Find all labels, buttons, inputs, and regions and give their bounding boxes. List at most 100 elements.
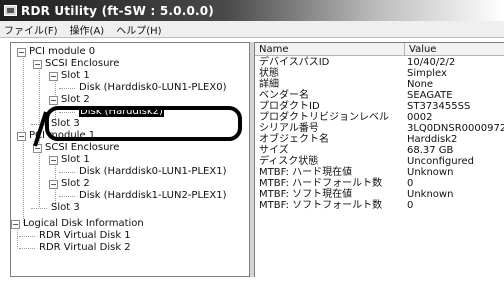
property-value: 0 [407,200,414,211]
tree-node-label: Logical Disk Information [23,218,144,229]
tree-guide-line [19,236,35,237]
tree-node-rdr-virtual-disk-2-16[interactable]: RDR Virtual Disk 2 [39,242,131,254]
app-icon [4,5,17,16]
tree-expander-icon[interactable]: − [49,96,58,105]
property-name: 詳細 [259,79,279,90]
property-name: オブジェクト名 [259,134,329,145]
tree-guide-line [23,51,24,135]
title-bar: RDR Utility (ft-SW : 5.0.0.0) [0,0,504,21]
tree-node-pci-module-1-7[interactable]: PCI module 1 [29,130,95,142]
tree-node-label: Slot 1 [61,70,90,81]
property-row[interactable]: プロダクトID ST373455SS [255,101,504,112]
property-row[interactable]: プロダクトリビジョンレベル 0002 [255,112,504,123]
tree-node-scsi-enclosure-8[interactable]: SCSI Enclosure [45,142,119,154]
tree-node-slot-2-4[interactable]: Slot 2 [61,94,90,106]
property-row[interactable]: デバイスパスID 10/40/2/2 [255,57,504,68]
tree-node-label: PCI module 0 [29,46,96,57]
property-name: MTBF: ハード現在値 [259,167,353,178]
tree-expander-icon[interactable]: − [33,144,42,153]
tree-expander-icon[interactable]: − [49,180,58,189]
property-name: MTBF: ソフトフォールト数 [259,200,383,211]
tree-guide-line [19,248,35,249]
property-value: ST373455SS [407,101,471,112]
column-header-value[interactable]: Value [405,43,504,56]
tree-node-disk-harddisk2-5[interactable]: Disk (Harddisk2) [79,106,164,118]
tree-guide-line [39,147,40,207]
tree-node-label: Disk (Harddisk1-LUN2-PLEX1) [79,190,227,201]
tree-node-pci-module-0-0[interactable]: PCI module 0 [29,46,95,58]
tree-guide-line [59,172,75,173]
tree-guide-line [31,124,47,125]
tree-expander-icon[interactable]: − [49,156,58,165]
property-value: 0002 [407,112,433,123]
property-row[interactable]: MTBF: ソフトフォールト数 0 [255,200,504,211]
column-header-name[interactable]: Name [255,43,405,56]
tree-node-label: Slot 2 [61,94,90,105]
property-value: 10/40/2/2 [407,57,456,68]
property-row[interactable]: ベンダー名 SEAGATE [255,90,504,101]
window-title: RDR Utility (ft-SW : 5.0.0.0) [21,3,214,18]
property-value: Harddisk2 [407,134,458,145]
property-value: None [407,79,434,90]
property-row[interactable]: 状態 Simplex [255,68,504,79]
tree-node-disk-harddisk1-lun2-plex1-12[interactable]: Disk (Harddisk1-LUN2-PLEX1) [79,190,226,202]
property-row[interactable]: MTBF: ハードフォールト数 0 [255,178,504,189]
tree-node-rdr-virtual-disk-1-15[interactable]: RDR Virtual Disk 1 [39,230,131,242]
tree-expander-icon[interactable]: − [33,60,42,69]
property-row[interactable]: 詳細 None [255,79,504,90]
tree-node-disk-harddisk0-lun1-plex0-3[interactable]: Disk (Harddisk0-LUN1-PLEX0) [79,82,226,94]
property-row[interactable]: シリアル番号 3LQ0DNSR0000972 [255,123,504,134]
tree-expander-icon[interactable]: − [17,48,26,57]
tree-node-disk-harddisk0-lun1-plex1-10[interactable]: Disk (Harddisk0-LUN1-PLEX1) [79,166,226,178]
tree-node-label: RDR Virtual Disk 2 [39,242,131,253]
property-value: 3LQ0DNSR0000972 [407,123,504,134]
property-name: サイズ [259,145,289,156]
tree-node-label: Slot 3 [51,118,80,129]
property-name: ベンダー名 [259,90,309,101]
tree-expander-icon[interactable]: − [11,220,20,229]
property-row[interactable]: サイズ 68.37 GB [255,145,504,156]
tree-node-label: PCI module 1 [29,130,96,141]
tree-node-slot-2-11[interactable]: Slot 2 [61,178,90,190]
property-name: デバイスパスID [259,57,330,68]
property-name: シリアル番号 [259,123,319,134]
property-name: ディスク状態 [259,156,319,167]
property-value: Unknown [407,167,454,178]
tree-node-scsi-enclosure-1[interactable]: SCSI Enclosure [45,58,119,70]
property-row[interactable]: オブジェクト名 Harddisk2 [255,134,504,145]
tree-node-label: Disk (Harddisk0-LUN1-PLEX0) [79,82,227,93]
property-value: Unknown [407,189,454,200]
property-name: MTBF: ハードフォールト数 [259,178,383,189]
tree-node-label: Disk (Harddisk0-LUN1-PLEX1) [79,166,227,177]
menu-help[interactable]: ヘルプ(H) [116,22,161,37]
property-name: 状態 [259,68,279,79]
property-name: プロダクトリビジョンレベル [259,112,389,123]
property-value: 0 [407,178,414,189]
tree-guide-line [23,135,24,223]
device-tree: − PCI module 0− SCSI Enclosure − Slot 1 Disk … [10,42,250,277]
property-row[interactable]: MTBF: ソフト現在値 Unknown [255,189,504,200]
tree-node-label: SCSI Enclosure [45,142,120,153]
tree-expander-icon[interactable]: − [17,132,26,141]
tree-node-label: Slot 3 [51,202,80,213]
menu-action[interactable]: 操作(A) [70,22,105,37]
tree-node-slot-3-13[interactable]: Slot 3 [51,202,80,214]
tree-node-logical-disk-information-14[interactable]: Logical Disk Information [23,218,144,230]
tree-node-label: Slot 2 [61,178,90,189]
tree-node-slot-1-9[interactable]: Slot 1 [61,154,90,166]
property-value: Unconfigured [407,156,474,167]
property-row[interactable]: MTBF: ハード現在値 Unknown [255,167,504,178]
tree-guide-line [59,112,75,113]
tree-expander-icon[interactable]: − [49,72,58,81]
property-value: SEAGATE [407,90,453,101]
tree-node-slot-3-6[interactable]: Slot 3 [51,118,80,130]
tree-guide-line [31,208,47,209]
tree-guide-line [59,196,75,197]
menu-bar: ファイル(F) 操作(A) ヘルプ(H) [0,21,504,38]
tree-node-label: RDR Virtual Disk 1 [39,230,131,241]
tree-node-slot-1-2[interactable]: Slot 1 [61,70,90,82]
property-row[interactable]: ディスク状態 Unconfigured [255,156,504,167]
tree-guide-line [59,88,75,89]
menu-file[interactable]: ファイル(F) [4,22,58,37]
property-value: 68.37 GB [407,145,454,156]
